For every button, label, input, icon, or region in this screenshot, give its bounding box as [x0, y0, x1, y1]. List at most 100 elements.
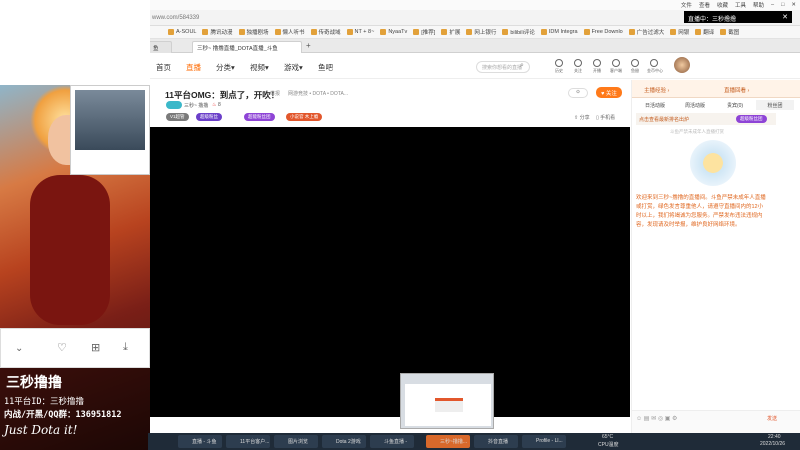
cpu-label: CPU温度	[598, 442, 619, 448]
live-notification-text: 直播中：三秒撸撸	[688, 17, 737, 23]
bookmark-item[interactable]: 截图	[720, 28, 739, 36]
taskbar-item[interactable]: Dota 2游戏	[322, 435, 366, 448]
nav-category[interactable]: 分类▾	[216, 62, 235, 73]
heart-icon[interactable]: ♡	[57, 341, 67, 354]
tab-previous[interactable]: 鱼	[148, 41, 172, 53]
menu-view[interactable]: 查看	[699, 1, 710, 9]
mascot-image	[690, 140, 736, 186]
clock-date[interactable]: 2022/10/26	[760, 441, 785, 447]
live-notification[interactable]: 直播中：三秒撸撸 ✕	[684, 11, 792, 23]
download-icon[interactable]: ⤓	[123, 341, 128, 354]
anchor-exp-link[interactable]: 主播经验 ›	[644, 86, 669, 94]
add-collection-icon[interactable]: ⊞	[91, 341, 100, 354]
bookmark-item[interactable]: Free Downlo	[583, 29, 623, 35]
menu-tools[interactable]: 工具	[735, 1, 746, 9]
nav-home[interactable]: 首页	[156, 62, 171, 73]
bookmark-item[interactable]: A-SOUL	[168, 29, 196, 35]
clock-time[interactable]: 22:40	[768, 434, 781, 440]
tab-active[interactable]: 三秒~ 撸撸直播_DOTA直播_斗鱼	[192, 41, 302, 53]
tab-daily-rank[interactable]: 日活动版	[636, 100, 674, 110]
bookmark-item[interactable]: 广告过滤大	[628, 28, 664, 36]
super-fan-button[interactable]: 超级粉丝团	[736, 115, 767, 123]
chat-input-area[interactable]: ☺ ▤ ✉ ◎ ▣ ⚙ 发送	[632, 410, 800, 433]
report-link[interactable]: 举报	[270, 90, 280, 97]
taskbar-item[interactable]: 图片浏览	[274, 435, 318, 448]
send-button[interactable]: 发送	[767, 415, 777, 422]
streamer-name[interactable]: 三秒~ 撸撸	[184, 102, 208, 109]
taskbar-item-active[interactable]: 三秒~撸撸...	[426, 435, 470, 448]
search-icon[interactable]: ⌕	[520, 62, 524, 70]
minimize-icon[interactable]: –	[771, 2, 774, 8]
slogan: Just Dota it!	[4, 423, 78, 437]
tab-strip: 鱼 三秒~ 撸撸直播_DOTA直播_斗鱼 +	[148, 39, 800, 53]
vip-badge[interactable]: V1超管	[166, 113, 189, 121]
nav-video[interactable]: 视频▾	[250, 62, 269, 73]
bookmark-item[interactable]: 传奇战域	[310, 28, 341, 36]
avatar[interactable]	[674, 57, 690, 73]
coin-center-icon[interactable]: 金币中心	[647, 59, 663, 74]
close-icon[interactable]: ✕	[782, 13, 788, 21]
bookmark-item[interactable]: 扩展	[441, 28, 460, 36]
taskbar-preview[interactable]	[400, 373, 494, 429]
overlay-blank-area	[0, 0, 150, 85]
site-nav: 首页 直播 分类▾ 视频▾ 游戏▾ 鱼吧 搜索你想看的直播 ⌕ 历史 关注 开播…	[148, 53, 800, 79]
taskbar-item[interactable]: 直播 - 斗鱼	[178, 435, 222, 448]
novel-badge[interactable]: 小说官 木上瘾	[286, 113, 323, 121]
chevron-down-icon[interactable]: ⌄	[15, 343, 23, 354]
maximize-icon[interactable]: □	[781, 2, 784, 8]
follow-icon[interactable]: 关注	[571, 59, 585, 74]
follow-button[interactable]: ♥ 关注	[596, 87, 622, 98]
room-title: 11平台OMG：到点了，开吹！	[165, 90, 280, 100]
share-button[interactable]: ⇪ 分享	[574, 114, 590, 121]
chat-panel: 主播经验 › 直播回看 › 日活动版 周活动版 贵宾(0) 粉丝团 点击查看最新…	[631, 80, 800, 433]
bookmark-item[interactable]: 懒人听书	[274, 28, 305, 36]
emoji-icon[interactable]: ☺ ▤ ✉ ◎ ▣ ⚙	[636, 415, 677, 422]
taskbar-item[interactable]: 斗鱼直播 -	[370, 435, 414, 448]
nav-live[interactable]: 直播	[186, 62, 201, 73]
thumb-image	[75, 90, 145, 150]
nav-games[interactable]: 游戏▾	[284, 62, 303, 73]
bookmark-item[interactable]: 网上银行	[466, 28, 496, 36]
bookmark-item[interactable]: NT + 8~	[346, 29, 374, 35]
tab-vip[interactable]: 贵宾(0)	[716, 100, 754, 110]
level-badge	[166, 101, 182, 109]
bookmark-item[interactable]: IDM Integra	[540, 29, 578, 35]
menu-help[interactable]: 帮助	[753, 1, 764, 9]
taskbar-item[interactable]: 抖音直播	[474, 435, 518, 448]
tab-weekly-rank[interactable]: 周活动版	[676, 100, 714, 110]
bookmark-item[interactable]: 网银	[670, 28, 689, 36]
broadcast-icon[interactable]: 开播	[590, 59, 604, 74]
room-category[interactable]: 网游竞技 • DOTA • DOTA...	[288, 90, 348, 97]
menu-favorites[interactable]: 收藏	[717, 1, 728, 9]
bookmark-item[interactable]: NyaaTv	[380, 29, 407, 35]
bookmark-item[interactable]: bilibili评论	[502, 28, 535, 36]
mobile-watch-button[interactable]: ▯ 手机看	[596, 114, 615, 121]
bookmark-item[interactable]: 独播剧场	[238, 28, 269, 36]
client-icon[interactable]: 客户端	[609, 59, 623, 74]
preview-thumbnail	[405, 384, 491, 426]
platform-id: 11平台ID：三秒撸撸	[4, 397, 84, 407]
cpu-temp: 65°C	[602, 434, 614, 440]
nav-fishbar[interactable]: 鱼吧	[318, 62, 333, 73]
bookmarks-bar: A-SOUL 腾讯动漫 独播剧场 懒人听书 传奇战域 NT + 8~ NyaaT…	[148, 26, 800, 39]
browser-window: 文件 查看 收藏 工具 帮助 – □ ✕ www.com/584339 A-SO…	[148, 0, 800, 433]
fan-club-badge[interactable]: 超能粉丝团	[244, 113, 275, 121]
streamer-info-overlay: 三秒撸撸 11平台ID：三秒撸撸 内战/开黑/QQ群：136951812 Jus…	[0, 368, 150, 450]
tab-fan-club[interactable]: 粉丝团	[756, 100, 794, 110]
video-player[interactable]	[150, 127, 630, 417]
bookmark-item[interactable]: [推荐]	[413, 28, 435, 36]
url-text[interactable]: www.com/584339	[152, 15, 199, 21]
settings-icon[interactable]: ☼	[568, 88, 588, 98]
taskbar-item[interactable]: Profile - Ll...	[522, 435, 566, 448]
rank-ad[interactable]: 点击查看最新排名出炉 超级粉丝团	[636, 113, 776, 125]
bookmark-item[interactable]: 翻译	[695, 28, 714, 36]
close-icon[interactable]: ✕	[791, 2, 796, 8]
new-tab-button[interactable]: +	[306, 41, 311, 50]
bookmark-item[interactable]: 腾讯动漫	[202, 28, 233, 36]
replay-link[interactable]: 直播回看 ›	[724, 86, 749, 94]
fishfin-icon[interactable]: 鱼翅	[628, 59, 642, 74]
taskbar-item[interactable]: 11平台客户...	[226, 435, 270, 448]
super-fan-badge[interactable]: 超级粉丝	[196, 113, 222, 121]
menu-file[interactable]: 文件	[681, 1, 692, 9]
history-icon[interactable]: 历史	[552, 59, 566, 74]
